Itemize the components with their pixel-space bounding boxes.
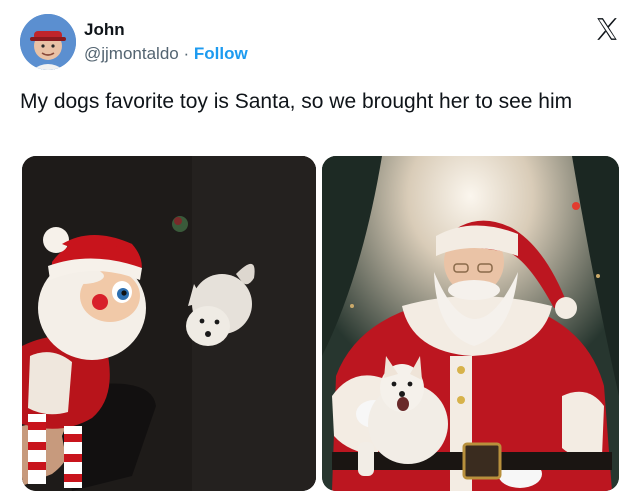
photo-dog-with-santa-toy[interactable] <box>22 156 316 491</box>
x-logo-icon[interactable] <box>594 16 620 42</box>
avatar-illustration <box>20 14 76 70</box>
separator-dot: · <box>183 44 190 63</box>
tweet-text: My dogs favorite toy is Santa, so we bro… <box>20 90 573 113</box>
follow-button[interactable]: Follow <box>194 44 248 63</box>
handle-row: @jjmontaldo · Follow <box>84 44 248 64</box>
avatar[interactable] <box>20 14 76 70</box>
author-name[interactable]: John <box>84 20 125 40</box>
tweet-card: John @jjmontaldo · Follow My dogs favori… <box>0 0 640 495</box>
author-handle[interactable]: @jjmontaldo <box>84 44 179 63</box>
photo-dog-with-santa[interactable] <box>322 156 619 491</box>
